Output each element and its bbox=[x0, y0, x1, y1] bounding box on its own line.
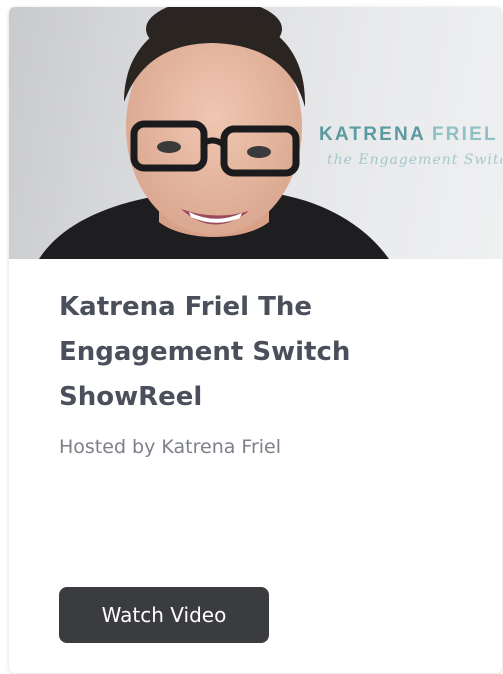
watch-video-button[interactable]: Watch Video bbox=[59, 587, 269, 643]
brand-first-name: KATRENA bbox=[319, 124, 426, 145]
video-title[interactable]: Katrena Friel The Engagement Switch Show… bbox=[59, 285, 389, 420]
video-thumbnail[interactable]: KATRENA FRIEL the Engagement Switch bbox=[9, 7, 502, 259]
host-byline: Hosted by Katrena Friel bbox=[59, 436, 282, 458]
brand-last-name: FRIEL bbox=[431, 124, 498, 145]
brand-logo-text: KATRENA FRIEL bbox=[319, 124, 498, 146]
brand-tagline: the Engagement Switch bbox=[327, 152, 502, 168]
video-card[interactable]: KATRENA FRIEL the Engagement Switch Katre… bbox=[9, 7, 502, 673]
card-body: Katrena Friel The Engagement Switch Show… bbox=[9, 259, 502, 458]
